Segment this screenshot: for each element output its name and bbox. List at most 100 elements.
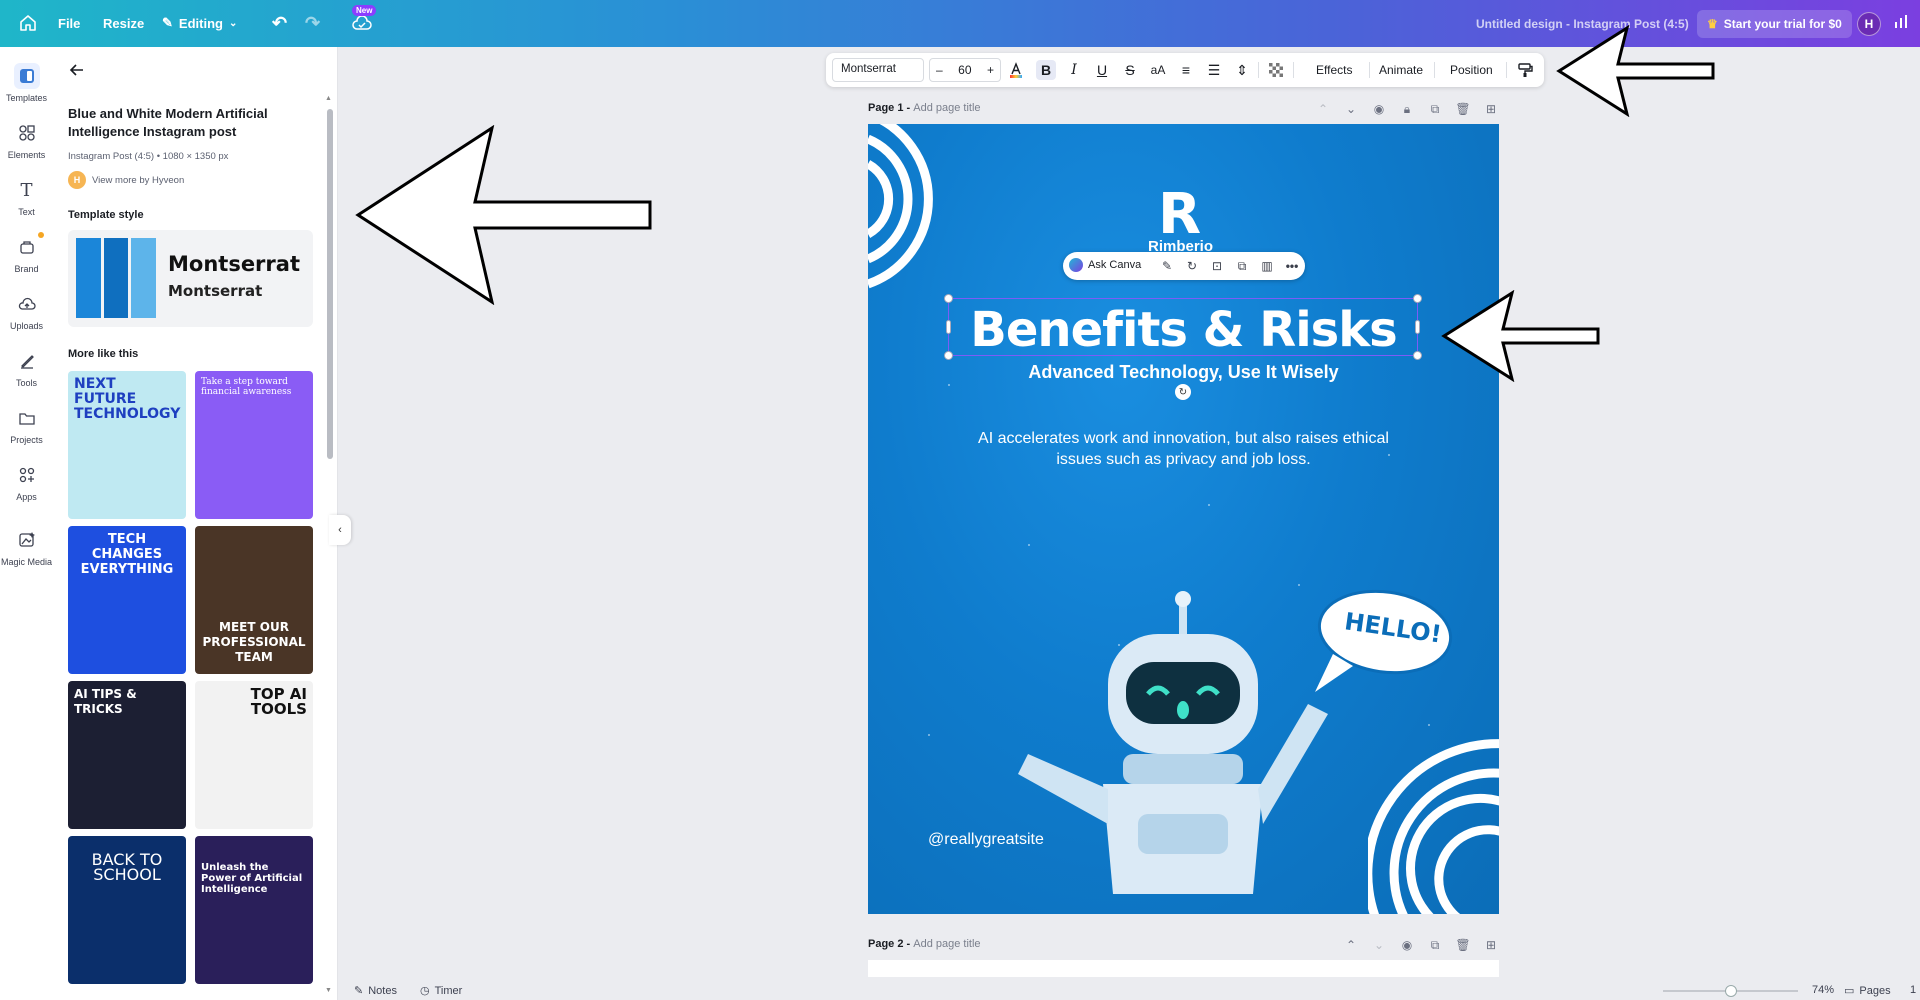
timer-button[interactable]: ◷ Timer (420, 984, 462, 998)
increase-size-icon[interactable]: + (987, 63, 994, 77)
trash-icon[interactable]: ▥ (1259, 258, 1275, 274)
body-text[interactable]: AI accelerates work and innovation, but … (968, 428, 1399, 470)
redo-icon[interactable]: ↷ (305, 13, 320, 34)
zoom-slider-handle[interactable] (1725, 985, 1737, 997)
stats-icon[interactable] (1893, 14, 1909, 35)
thumb-title: TECH CHANGES EVERYTHING (80, 532, 174, 577)
editing-mode-button[interactable]: ✎ Editing ⌄ (162, 15, 237, 31)
resize-button[interactable]: Resize (103, 16, 144, 31)
lock-icon[interactable]: ⊡ (1209, 258, 1225, 274)
side-handle[interactable] (1415, 320, 1420, 334)
file-menu[interactable]: File (58, 16, 80, 31)
duplicate-icon[interactable]: ⧉ (1234, 258, 1250, 274)
scroll-down-icon[interactable]: ▼ (325, 987, 332, 994)
template-thumb[interactable]: AI TIPS & TRICKS (68, 681, 186, 829)
trash-icon[interactable]: 🗑︎ (1454, 101, 1472, 117)
add-page-title[interactable]: Add page title (913, 102, 980, 114)
pages-label: Pages (1859, 984, 1891, 997)
rail-item-text[interactable]: T Text (0, 177, 53, 218)
effects-button[interactable]: Effects (1316, 63, 1352, 77)
rail-item-magic-media[interactable]: Magic Media (0, 527, 53, 567)
animate-button[interactable]: Animate (1379, 63, 1423, 77)
subheadline-text[interactable]: Advanced Technology, Use It Wisely (868, 362, 1499, 383)
template-thumb[interactable]: TOP AI TOOLS (195, 681, 313, 829)
chevron-down-icon[interactable]: ⌄ (1342, 101, 1360, 117)
home-icon[interactable] (18, 13, 38, 33)
font-size-value[interactable]: 60 (958, 63, 971, 77)
page-2-label[interactable]: Page 2 - Add page title (868, 938, 981, 950)
lock-icon[interactable]: 🔒︎ (1398, 101, 1416, 117)
duplicate-icon[interactable]: ⧉ (1426, 101, 1444, 117)
letter-case-icon[interactable]: aA (1148, 60, 1168, 80)
hide-page-icon[interactable]: ◉ (1370, 101, 1388, 117)
resize-handle[interactable] (944, 294, 953, 303)
chevron-up-icon[interactable]: ⌃ (1342, 937, 1360, 953)
add-page-icon[interactable]: ⊞ (1482, 937, 1500, 953)
bold-icon[interactable]: B (1036, 60, 1056, 80)
design-page-2[interactable] (868, 960, 1499, 977)
website-handle[interactable]: @reallygreatsite (928, 831, 1044, 849)
ask-canva-button[interactable]: Ask Canva (1069, 258, 1141, 272)
font-size-stepper[interactable]: – 60 + (929, 58, 1001, 82)
collapse-panel-button[interactable]: ‹ (329, 515, 351, 545)
zoom-level[interactable]: 74% (1812, 984, 1834, 996)
rail-label: Templates (5, 93, 48, 103)
more-icon[interactable]: ••• (1284, 258, 1300, 274)
add-page-title[interactable]: Add page title (913, 938, 980, 950)
refresh-icon[interactable]: ↻ (1184, 258, 1200, 274)
chevron-up-icon[interactable]: ⌃ (1314, 101, 1332, 117)
template-thumb[interactable]: NEXT FUTURE TECHNOLOGY (68, 371, 186, 519)
design-page-1[interactable]: R Rimberio Benefits & Risks Advanced Tec… (868, 124, 1499, 914)
resize-handle[interactable] (1413, 294, 1422, 303)
duplicate-icon[interactable]: ⧉ (1426, 937, 1444, 953)
rail-item-apps[interactable]: Apps (0, 462, 53, 502)
page-number: 1 (1910, 984, 1917, 996)
template-thumb[interactable]: Take a step toward financial awareness (195, 371, 313, 519)
text-color-icon[interactable] (1006, 60, 1026, 80)
cloud-save-icon[interactable] (352, 16, 372, 30)
chevron-down-icon[interactable]: ⌄ (1370, 937, 1388, 953)
avatar[interactable]: H (1857, 12, 1881, 36)
rotate-icon[interactable]: ↻ (1175, 384, 1191, 400)
resize-handle[interactable] (1413, 351, 1422, 360)
add-page-icon[interactable]: ⊞ (1482, 101, 1500, 117)
resize-handle[interactable] (944, 351, 953, 360)
template-thumb[interactable]: TECH CHANGES EVERYTHING (68, 526, 186, 674)
pages-button[interactable]: ▭ Pages (1844, 984, 1891, 998)
transparency-icon[interactable] (1266, 60, 1286, 80)
spacing-icon[interactable]: ⇕ (1232, 60, 1252, 80)
panel-scrollbar[interactable] (327, 109, 333, 459)
position-button[interactable]: Position (1450, 63, 1493, 77)
undo-icon[interactable]: ↶ (272, 13, 287, 34)
start-trial-button[interactable]: ♛ Start your trial for $0 (1697, 10, 1852, 38)
template-style-card[interactable]: Montserrat Montserrat (68, 230, 313, 327)
template-thumb[interactable]: MEET OUR PROFESSIONAL TEAM (195, 526, 313, 674)
side-handle[interactable] (946, 320, 951, 334)
rail-item-projects[interactable]: Projects (0, 405, 53, 445)
notes-button[interactable]: ✎ Notes (354, 984, 397, 998)
trash-icon[interactable]: 🗑︎ (1454, 937, 1472, 953)
rail-item-brand[interactable]: Brand (0, 232, 53, 274)
template-thumb[interactable]: BACK TO SCHOOL (68, 836, 186, 984)
list-icon[interactable]: ☰ (1204, 60, 1224, 80)
align-center-icon[interactable]: ≡ (1176, 60, 1196, 80)
hide-page-icon[interactable]: ◉ (1398, 937, 1416, 953)
font-family-select[interactable]: Montserrat (832, 58, 924, 82)
template-author-link[interactable]: H View more by Hyveon (68, 171, 184, 189)
template-thumb[interactable]: Unleash the Power of Artificial Intellig… (195, 836, 313, 984)
rail-label: Projects (10, 435, 43, 445)
back-arrow-icon[interactable] (68, 61, 86, 79)
rail-item-templates[interactable]: Templates (0, 63, 53, 103)
magic-edit-icon[interactable]: ✎ (1159, 258, 1175, 274)
strikethrough-icon[interactable]: S (1120, 60, 1140, 80)
scroll-up-icon[interactable]: ▲ (325, 95, 332, 102)
rail-item-uploads[interactable]: Uploads (0, 291, 53, 331)
rail-item-tools[interactable]: Tools (0, 348, 53, 388)
italic-icon[interactable]: I (1064, 60, 1084, 80)
decrease-size-icon[interactable]: – (936, 63, 943, 77)
color-swatches (76, 238, 157, 318)
rail-item-elements[interactable]: Elements (0, 120, 53, 160)
page-1-label[interactable]: Page 1 - Add page title (868, 102, 981, 114)
underline-icon[interactable]: U (1092, 60, 1112, 80)
paint-roller-icon[interactable] (1515, 60, 1535, 80)
